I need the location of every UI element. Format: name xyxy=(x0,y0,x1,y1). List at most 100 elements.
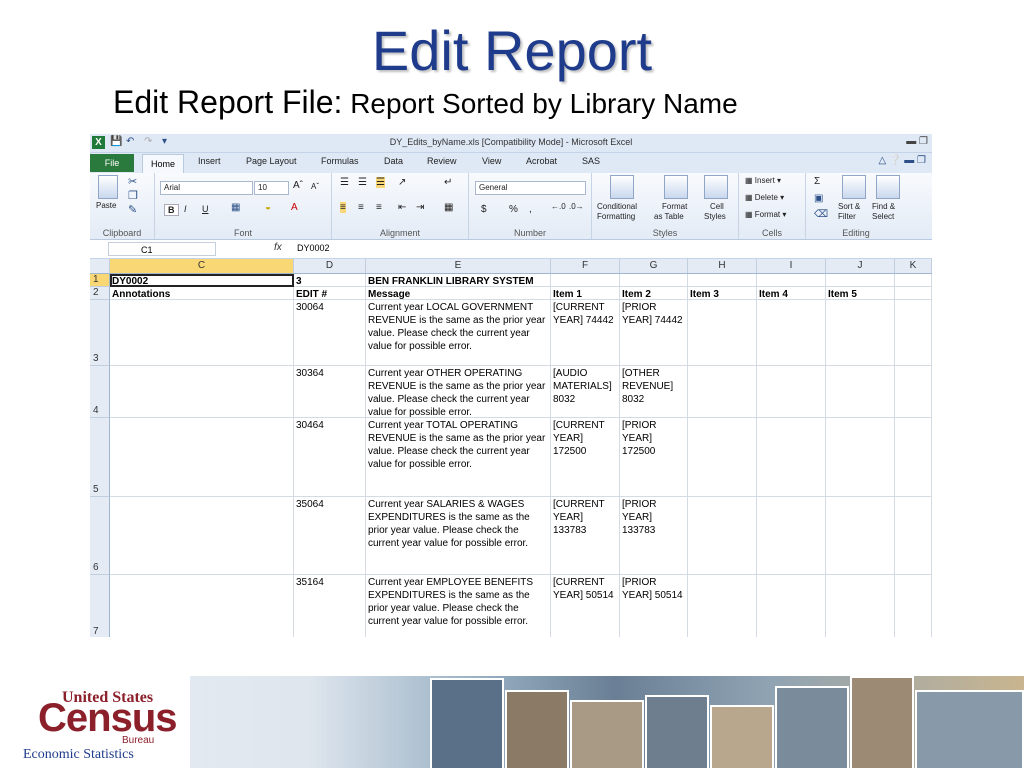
bold-button[interactable]: B xyxy=(164,204,179,216)
tab-view[interactable]: View xyxy=(482,156,501,166)
table-cell[interactable]: 3 xyxy=(294,274,366,287)
format-table-label[interactable]: Format xyxy=(662,202,687,211)
table-cell[interactable] xyxy=(688,497,757,575)
tab-acrobat[interactable]: Acrobat xyxy=(526,156,557,166)
row-header[interactable]: 6 xyxy=(90,497,110,575)
autosum-button[interactable]: Σ xyxy=(814,176,820,187)
table-cell[interactable]: Current year TOTAL OPERATING REVENUE is … xyxy=(366,418,551,497)
find-label[interactable]: Find & xyxy=(872,202,895,211)
table-cell[interactable]: Item 1 xyxy=(551,287,620,300)
grow-font-icon[interactable]: Aˆ xyxy=(293,180,303,191)
tab-insert[interactable]: Insert xyxy=(198,156,221,166)
tab-page-layout[interactable]: Page Layout xyxy=(246,156,297,166)
table-cell[interactable]: [PRIOR YEAR] 172500 xyxy=(620,418,688,497)
tab-sas[interactable]: SAS xyxy=(582,156,600,166)
row-header[interactable]: 2 xyxy=(90,287,110,300)
decrease-indent-icon[interactable]: ⇤ xyxy=(398,202,406,213)
table-cell[interactable] xyxy=(757,300,826,366)
sort-label[interactable]: Sort & xyxy=(838,202,860,211)
table-cell[interactable]: EDIT # xyxy=(294,287,366,300)
table-cell[interactable] xyxy=(757,575,826,637)
top-align-icon[interactable]: ☰ xyxy=(340,177,349,188)
table-cell[interactable]: [CURRENT YEAR] 74442 xyxy=(551,300,620,366)
table-cell[interactable]: [AUDIO MATERIALS] 8032 xyxy=(551,366,620,418)
cell-styles-label-2[interactable]: Styles xyxy=(704,212,726,221)
table-cell[interactable] xyxy=(551,274,620,287)
table-cell[interactable] xyxy=(110,575,294,637)
cut-icon[interactable]: ✂ xyxy=(128,175,137,188)
find-select-icon[interactable] xyxy=(876,175,900,199)
table-cell[interactable] xyxy=(757,497,826,575)
format-table-label-2[interactable]: as Table xyxy=(654,212,684,221)
delete-button[interactable]: ▦ Delete ▾ xyxy=(745,193,784,202)
table-cell[interactable]: Item 4 xyxy=(757,287,826,300)
conditional-label[interactable]: Conditional xyxy=(597,202,637,211)
table-cell[interactable] xyxy=(826,418,895,497)
currency-button[interactable]: $ xyxy=(481,204,487,215)
table-cell[interactable] xyxy=(620,274,688,287)
column-header-f[interactable]: F xyxy=(551,259,620,273)
column-header-h[interactable]: H xyxy=(688,259,757,273)
clear-icon[interactable]: ⌫ xyxy=(814,209,828,220)
table-cell[interactable]: [CURRENT YEAR] 172500 xyxy=(551,418,620,497)
fill-color-icon[interactable]: ◒ xyxy=(265,202,271,213)
table-cell[interactable] xyxy=(826,274,895,287)
increase-indent-icon[interactable]: ⇥ xyxy=(416,202,424,213)
merge-center-icon[interactable]: ▦ xyxy=(444,202,453,213)
table-cell[interactable]: Current year SALARIES & WAGES EXPENDITUR… xyxy=(366,497,551,575)
table-cell[interactable] xyxy=(110,497,294,575)
table-cell[interactable]: BEN FRANKLIN LIBRARY SYSTEM xyxy=(366,274,551,287)
conditional-label-2[interactable]: Formatting xyxy=(597,212,635,221)
table-cell[interactable]: Message xyxy=(366,287,551,300)
tab-review[interactable]: Review xyxy=(427,156,457,166)
tab-home[interactable]: Home xyxy=(142,154,184,174)
table-cell[interactable] xyxy=(895,497,932,575)
table-cell[interactable] xyxy=(895,274,932,287)
cell-styles-icon[interactable] xyxy=(704,175,728,199)
table-cell[interactable] xyxy=(826,300,895,366)
column-header-k[interactable]: K xyxy=(895,259,932,273)
insert-button[interactable]: ▦ Insert ▾ xyxy=(745,176,781,185)
table-cell[interactable]: [CURRENT YEAR] 50514 xyxy=(551,575,620,637)
table-cell[interactable]: 30364 xyxy=(294,366,366,418)
decrease-decimal-icon[interactable]: .0→ xyxy=(569,202,584,211)
table-cell[interactable]: 30064 xyxy=(294,300,366,366)
table-cell[interactable] xyxy=(688,418,757,497)
sort-filter-icon[interactable] xyxy=(842,175,866,199)
table-cell[interactable]: 35064 xyxy=(294,497,366,575)
table-cell[interactable]: 30464 xyxy=(294,418,366,497)
fill-icon[interactable]: ▣ xyxy=(814,193,823,204)
table-cell[interactable]: [PRIOR YEAR] 50514 xyxy=(620,575,688,637)
tab-file[interactable]: File xyxy=(90,154,134,172)
table-cell[interactable]: Current year OTHER OPERATING REVENUE is … xyxy=(366,366,551,418)
align-left-icon[interactable]: ≡ xyxy=(340,202,346,213)
table-cell[interactable]: Item 5 xyxy=(826,287,895,300)
copy-icon[interactable]: ❐ xyxy=(128,189,138,202)
help-icon[interactable]: △ ❔ ▬ ❐ xyxy=(879,155,926,166)
row-header[interactable]: 7 xyxy=(90,575,110,637)
table-cell[interactable] xyxy=(110,366,294,418)
table-cell[interactable] xyxy=(826,497,895,575)
borders-icon[interactable]: ▦ xyxy=(231,202,240,213)
table-cell[interactable] xyxy=(895,300,932,366)
table-cell[interactable]: [PRIOR YEAR] 133783 xyxy=(620,497,688,575)
fx-icon[interactable]: fx xyxy=(274,242,282,253)
table-cell[interactable]: Current year EMPLOYEE BENEFITS EXPENDITU… xyxy=(366,575,551,637)
column-header-i[interactable]: I xyxy=(757,259,826,273)
table-cell[interactable]: Current year LOCAL GOVERNMENT REVENUE is… xyxy=(366,300,551,366)
table-cell[interactable] xyxy=(826,575,895,637)
align-center-icon[interactable]: ≡ xyxy=(358,202,364,213)
bottom-align-icon[interactable]: ☰ xyxy=(376,177,385,188)
paste-icon[interactable] xyxy=(98,175,118,199)
table-cell[interactable] xyxy=(757,418,826,497)
paste-label[interactable]: Paste xyxy=(96,201,116,210)
table-cell[interactable]: [CURRENT YEAR] 133783 xyxy=(551,497,620,575)
column-header-j[interactable]: J xyxy=(826,259,895,273)
row-header[interactable]: 5 xyxy=(90,418,110,497)
italic-button[interactable]: I xyxy=(184,204,187,214)
table-cell[interactable]: Item 3 xyxy=(688,287,757,300)
table-cell[interactable]: 35164 xyxy=(294,575,366,637)
cell-styles-label[interactable]: Cell xyxy=(710,202,724,211)
column-header-d[interactable]: D xyxy=(294,259,366,273)
formula-input[interactable]: DY0002 xyxy=(297,243,330,253)
